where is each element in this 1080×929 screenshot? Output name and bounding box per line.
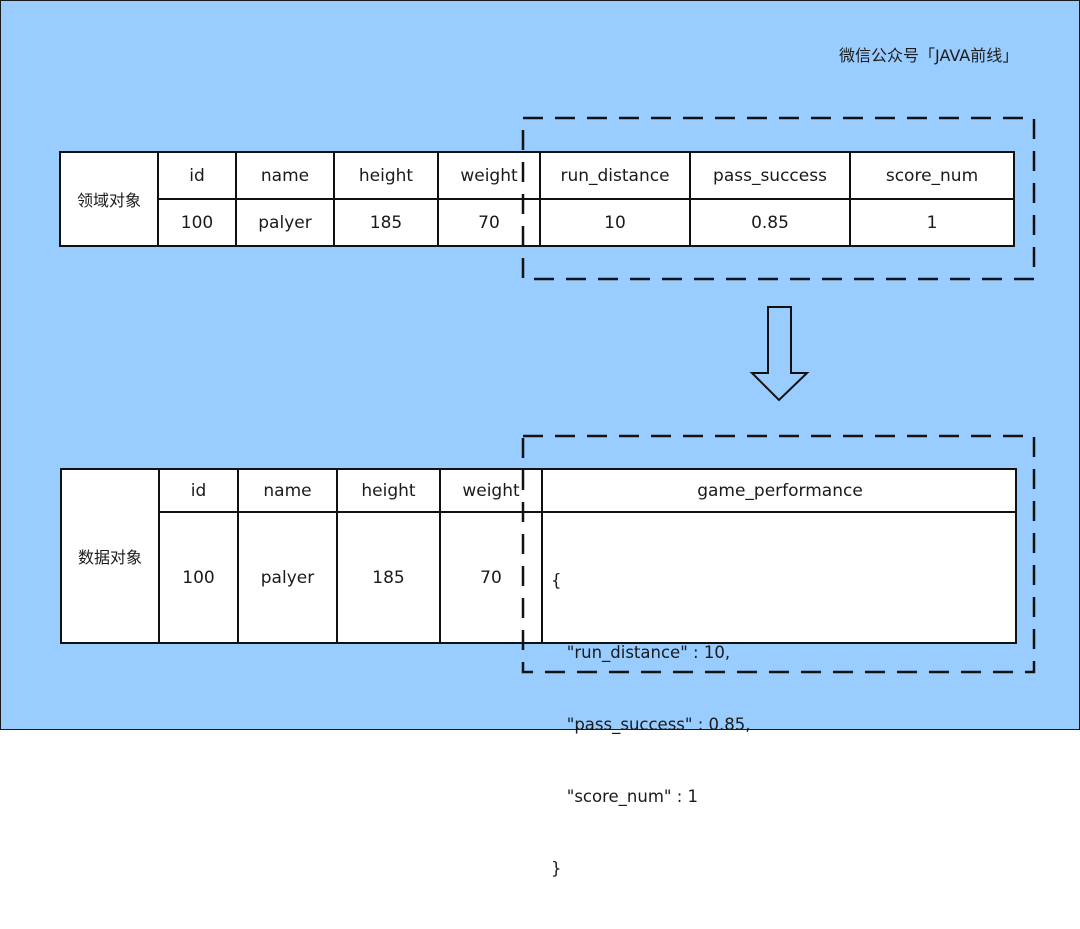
down-arrow-icon xyxy=(749,306,810,402)
diagram-canvas: 微信公众号「JAVA前线」 领域对象 id name height weight… xyxy=(0,0,1080,878)
json-line: } xyxy=(551,859,562,878)
json-line: "score_num" : 1 xyxy=(551,787,699,806)
